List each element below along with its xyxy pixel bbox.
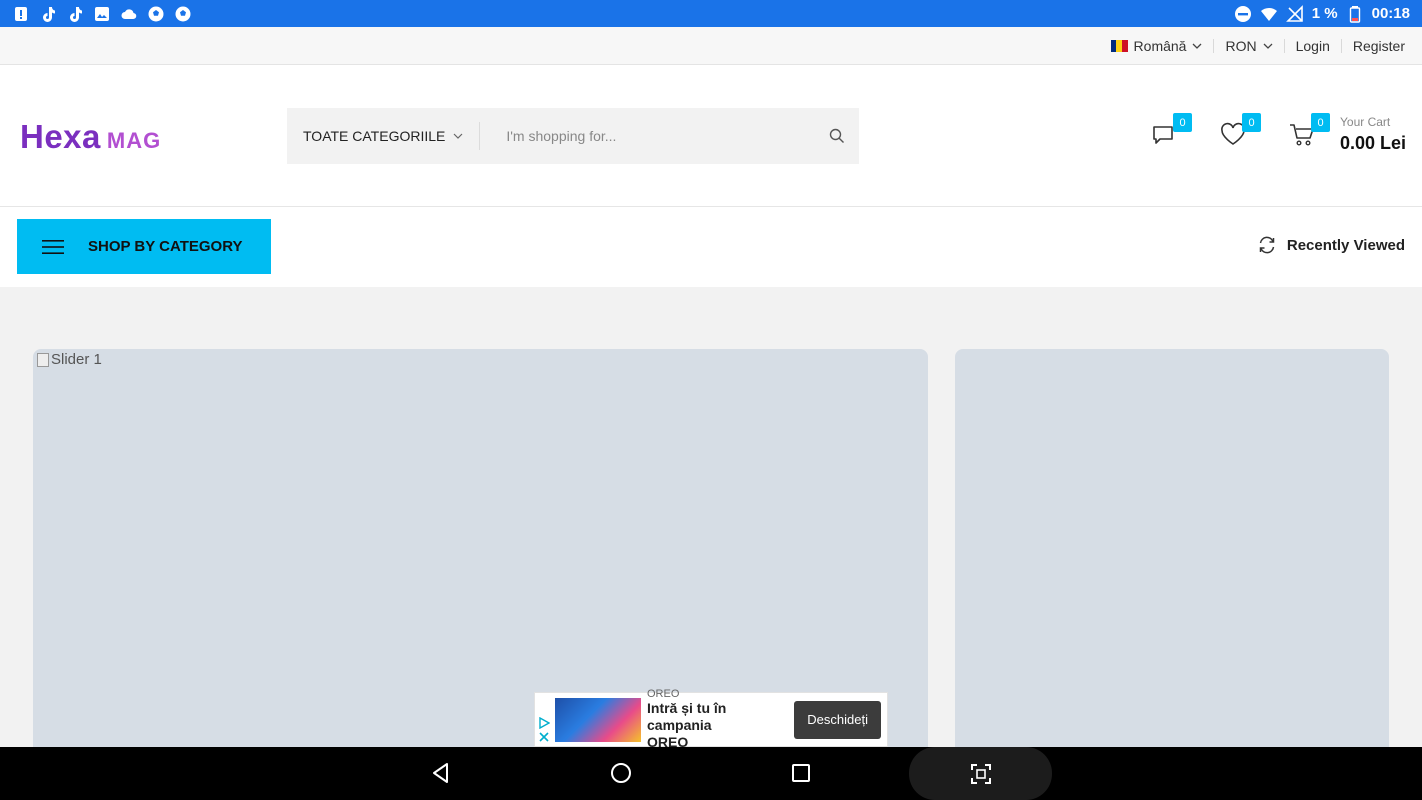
clock: 00:18 (1371, 5, 1410, 22)
search-input[interactable] (480, 108, 815, 164)
wishlist-count-badge: 0 (1242, 113, 1261, 132)
compare-count-badge: 0 (1173, 113, 1192, 132)
recently-viewed-link[interactable]: Recently Viewed (1257, 235, 1405, 255)
ad-controls (535, 693, 553, 746)
wifi-icon (1260, 5, 1278, 23)
screenshot-pill[interactable] (909, 747, 1052, 800)
home-button[interactable] (609, 761, 633, 785)
chevron-down-icon (1193, 43, 1202, 49)
ad-title-line1: Intră și tu în campania (647, 700, 727, 733)
login-link[interactable]: Login (1285, 38, 1341, 54)
category-dropdown[interactable]: TOATE CATEGORIILE (287, 122, 481, 150)
shop-by-category-button[interactable]: SHOP BY CATEGORY (17, 219, 271, 274)
shop-by-category-label: SHOP BY CATEGORY (88, 238, 243, 255)
category-dropdown-label: TOATE CATEGORIILE (303, 128, 446, 144)
home-circle-icon (611, 763, 631, 783)
cart-summary[interactable]: Your Cart 0.00 Lei (1340, 115, 1406, 154)
recents-button[interactable] (789, 761, 813, 785)
android-navigation-bar (0, 747, 1422, 800)
cart-count-badge: 0 (1311, 113, 1330, 132)
tiktok-icon (39, 5, 57, 23)
currency-selector[interactable]: RON (1214, 38, 1283, 54)
site-logo[interactable]: Hexa MAG (20, 118, 161, 156)
ad-choices-icon[interactable] (538, 717, 550, 729)
chevron-down-icon (1263, 43, 1273, 49)
battery-percent: 1 % (1311, 5, 1338, 22)
alert-notification-icon (12, 5, 30, 23)
ad-brand: OREO (647, 688, 680, 700)
ad-text[interactable]: OREO Intră și tu în campania OREO (647, 688, 794, 751)
recents-square-icon (792, 764, 810, 782)
register-link[interactable]: Register (1342, 38, 1405, 54)
recently-viewed-label: Recently Viewed (1286, 236, 1405, 254)
no-signal-icon (1285, 4, 1304, 23)
broken-image-icon (37, 352, 49, 367)
side-banner[interactable] (955, 349, 1389, 749)
close-icon[interactable] (538, 731, 550, 743)
back-triangle-icon (433, 763, 448, 783)
cart-total: 0.00 Lei (1340, 133, 1407, 153)
screenshot-capture-icon (971, 764, 991, 784)
ad-image[interactable] (555, 697, 641, 742)
language-selector[interactable]: Română (1100, 38, 1214, 54)
category-nav: SHOP BY CATEGORY Recently Viewed (0, 207, 1422, 287)
cloud-icon (120, 5, 138, 23)
search-bar: TOATE CATEGORIILE (287, 108, 859, 164)
slider-alt-text: Slider 1 (51, 351, 102, 368)
chevron-down-icon (453, 133, 463, 139)
refresh-icon (1259, 236, 1275, 254)
currency-label: RON (1225, 37, 1257, 54)
ad-open-button[interactable]: Deschideți (794, 700, 881, 739)
site-header: Hexa MAG TOATE CATEGORIILE 0 0 0 Your Ca… (0, 65, 1422, 207)
compare-button[interactable]: 0 (1150, 113, 1192, 151)
gallery-icon (93, 5, 111, 23)
logo-sub-text: MAG (106, 128, 162, 153)
status-bar: 1 % 00:18 (0, 0, 1422, 27)
soccer-ball-icon (147, 5, 165, 23)
cart-button[interactable]: 0 (1288, 113, 1330, 151)
hamburger-menu-icon (42, 239, 64, 254)
broken-image-placeholder: Slider 1 (37, 351, 102, 368)
language-label: Română (1133, 37, 1187, 54)
cart-label: Your Cart (1340, 115, 1391, 129)
romania-flag-icon (1110, 39, 1128, 52)
soccer-ball-icon (174, 5, 192, 23)
logo-main-text: Hexa (20, 118, 101, 155)
search-button[interactable] (815, 108, 859, 164)
search-icon (829, 128, 844, 143)
battery-low-icon (1346, 5, 1364, 23)
top-utility-bar: Română RON Login Register (0, 27, 1422, 65)
ad-banner[interactable]: OREO Intră și tu în campania OREO Deschi… (534, 688, 888, 750)
tiktok-icon (66, 5, 84, 23)
back-button[interactable] (429, 761, 453, 785)
do-not-disturb-icon (1234, 5, 1252, 23)
wishlist-button[interactable]: 0 (1219, 113, 1261, 151)
main-content: Slider 1 (0, 287, 1422, 749)
